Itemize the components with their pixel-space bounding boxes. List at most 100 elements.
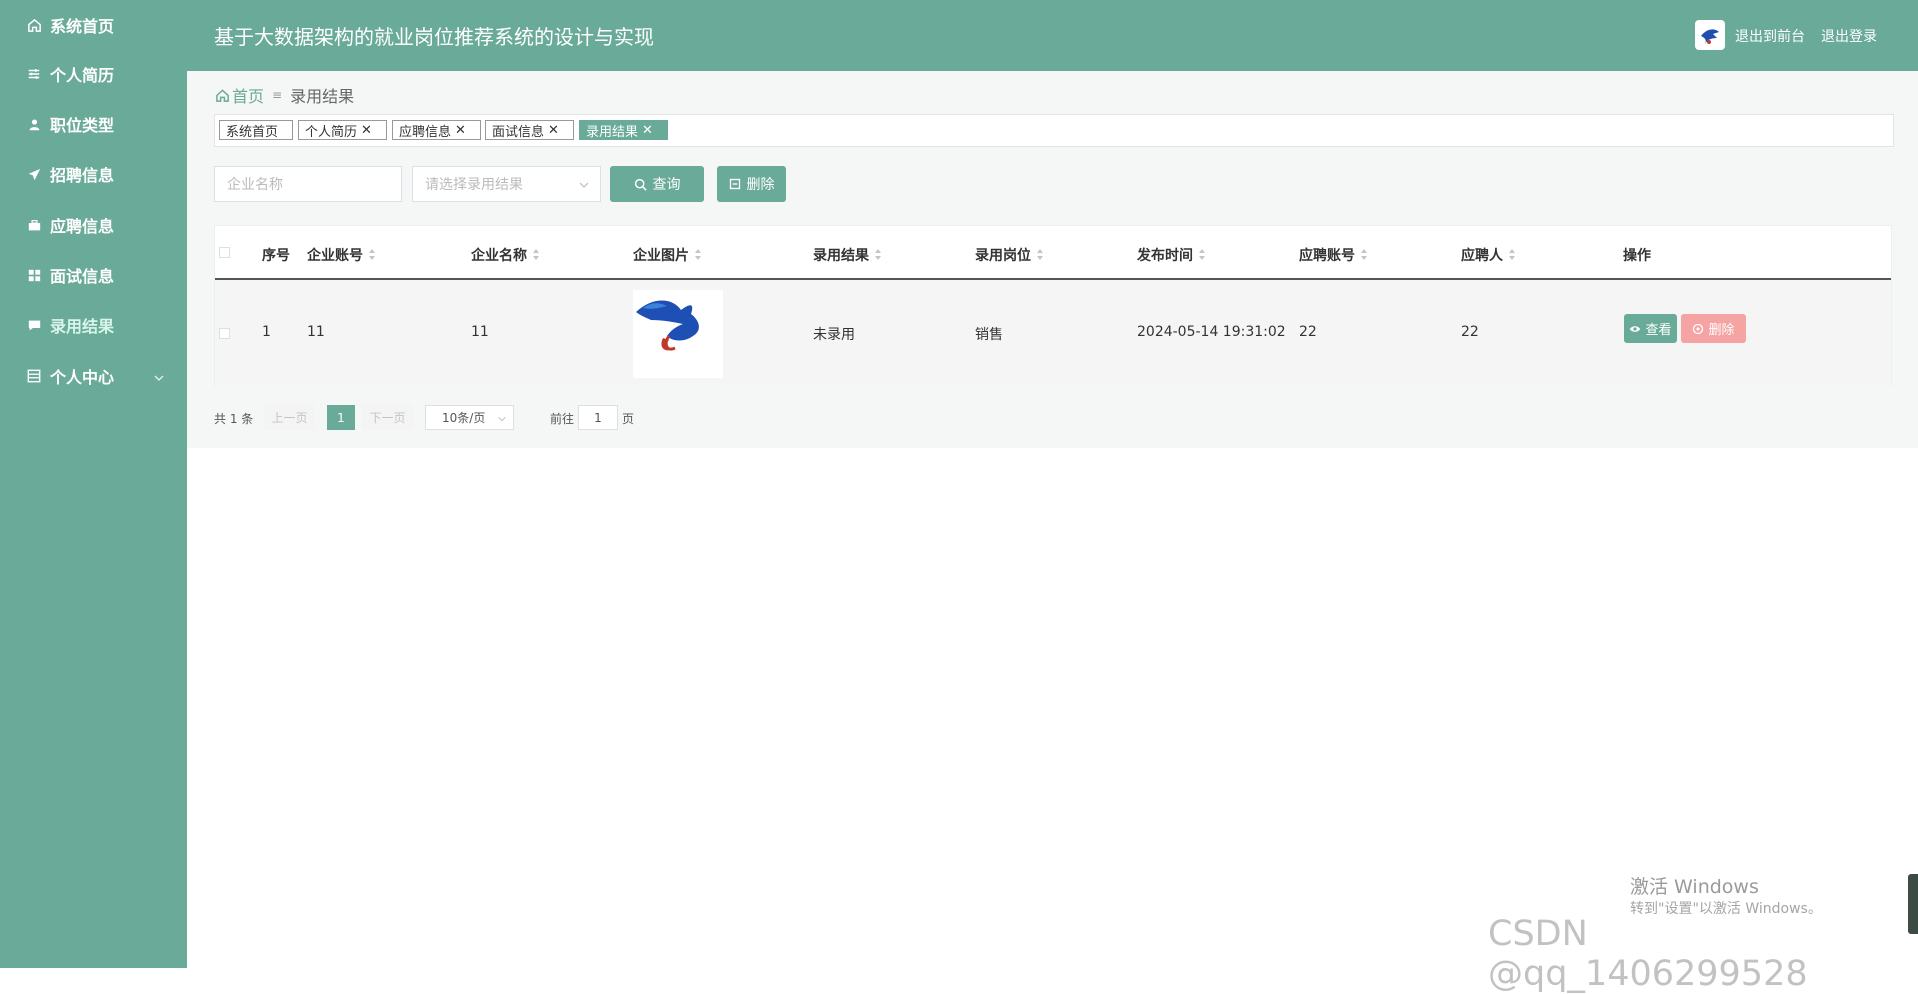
- tags-view: 系统首页 个人简历 ✕ 应聘信息 ✕ 面试信息 ✕ 录用结果 ✕: [214, 114, 1894, 147]
- breadcrumb-home[interactable]: 首页: [215, 83, 264, 107]
- company-image: [633, 290, 723, 378]
- sidebar-item-label: 系统首页: [50, 17, 115, 36]
- exit-to-frontend-link[interactable]: 退出到前台: [1735, 26, 1805, 46]
- goto-page-input[interactable]: 1: [578, 405, 618, 430]
- close-icon[interactable]: ✕: [455, 123, 466, 138]
- breadcrumb-separator: ≡: [272, 88, 283, 102]
- sort-icon[interactable]: [1509, 249, 1515, 261]
- close-icon[interactable]: ✕: [548, 123, 559, 138]
- sidebar-item-label: 应聘信息: [50, 217, 115, 236]
- edge-widget: [1908, 874, 1918, 934]
- close-icon[interactable]: ✕: [361, 123, 372, 138]
- close-circle-icon: [1692, 323, 1704, 335]
- cell-publish-time: 2024-05-14 19:31:02: [1137, 324, 1286, 340]
- top-header: 基于大数据架构的就业岗位推荐系统的设计与实现 退出到前台 退出登录: [187, 0, 1918, 71]
- sidebar-item-personal-center[interactable]: 个人中心: [0, 351, 187, 401]
- sort-icon[interactable]: [695, 249, 701, 261]
- sidebar: 系统首页 个人简历 职位类型 招聘信息 应聘信息 面试信息 录用结果 个人中心: [0, 0, 187, 968]
- page-title: 基于大数据架构的就业岗位推荐系统的设计与实现: [214, 25, 654, 49]
- query-button[interactable]: 查询: [610, 166, 704, 202]
- sidebar-item-hiring-result[interactable]: 录用结果: [0, 300, 187, 350]
- chevron-down-icon: [497, 413, 507, 427]
- view-button[interactable]: 查看: [1624, 314, 1677, 343]
- sidebar-item-application[interactable]: 应聘信息: [0, 200, 187, 250]
- batch-delete-button[interactable]: 删除: [717, 166, 786, 202]
- table-header: 序号 企业账号 企业名称 企业图片 录用结果 录用岗位 发布时间 应聘账号 应聘…: [215, 226, 1891, 280]
- view-button-label: 查看: [1645, 323, 1672, 338]
- sidebar-item-home[interactable]: 系统首页: [0, 0, 187, 50]
- next-page-button[interactable]: 下一页: [362, 405, 413, 430]
- sliders-icon: [26, 66, 42, 82]
- chevron-down-icon: [578, 179, 590, 195]
- message-icon: [26, 317, 42, 333]
- cell-applicant-account: 22: [1299, 324, 1317, 340]
- sort-icon[interactable]: [369, 249, 375, 261]
- hiring-result-select[interactable]: 请选择录用结果: [412, 166, 601, 202]
- page-size-select[interactable]: 10条/页: [425, 405, 514, 430]
- hiring-result-placeholder: 请选择录用结果: [425, 177, 523, 193]
- tag-interview[interactable]: 面试信息 ✕: [485, 120, 574, 140]
- sort-icon[interactable]: [1037, 249, 1043, 261]
- select-all-checkbox[interactable]: [219, 247, 230, 258]
- prev-page-button[interactable]: 上一页: [264, 405, 315, 430]
- page-number-button[interactable]: 1: [327, 405, 355, 430]
- sidebar-item-label: 职位类型: [50, 116, 115, 135]
- tag-label: 系统首页: [226, 124, 279, 140]
- goto-label: 前往: [550, 411, 575, 426]
- page-unit-label: 页: [622, 411, 635, 426]
- cell-result: 未录用: [813, 327, 855, 343]
- row-checkbox[interactable]: [219, 328, 230, 339]
- cell-company-account: 11: [307, 324, 325, 340]
- sidebar-item-label: 录用结果: [50, 317, 115, 336]
- column-header-applicant-account[interactable]: 应聘账号: [1299, 245, 1367, 265]
- csdn-watermark: CSDN @qq_1406299528: [1488, 914, 1808, 994]
- delete-button-label: 删除: [746, 177, 775, 193]
- column-header-applicant[interactable]: 应聘人: [1461, 245, 1515, 265]
- column-header-result[interactable]: 录用结果: [813, 245, 881, 265]
- company-name-placeholder: 企业名称: [227, 177, 283, 193]
- send-icon: [26, 166, 42, 182]
- column-header-company-account[interactable]: 企业账号: [307, 245, 375, 265]
- sort-icon[interactable]: [533, 249, 539, 261]
- search-icon: [634, 178, 647, 191]
- sidebar-item-resume[interactable]: 个人简历: [0, 49, 187, 99]
- column-header-company-name[interactable]: 企业名称: [471, 245, 539, 265]
- row-delete-button[interactable]: 删除: [1681, 314, 1746, 343]
- column-header-company-image[interactable]: 企业图片: [633, 245, 701, 265]
- tag-application[interactable]: 应聘信息 ✕: [392, 120, 481, 140]
- sidebar-item-label: 招聘信息: [50, 166, 115, 185]
- breadcrumb: 首页 ≡ 录用结果: [215, 83, 354, 107]
- activate-windows-title: 激活 Windows: [1630, 876, 1759, 898]
- column-header-position[interactable]: 录用岗位: [975, 245, 1043, 265]
- table-row: 1 11 11 未录用 销售 2024-05-14 19:31:02 22 22…: [215, 280, 1891, 386]
- sidebar-item-recruitment[interactable]: 招聘信息: [0, 149, 187, 199]
- company-name-input[interactable]: 企业名称: [214, 166, 402, 202]
- sort-icon[interactable]: [875, 249, 881, 261]
- sort-icon[interactable]: [1361, 249, 1367, 261]
- sidebar-item-interview[interactable]: 面试信息: [0, 250, 187, 300]
- tag-hiring-result[interactable]: 录用结果 ✕: [579, 120, 668, 140]
- sidebar-item-label: 个人简历: [50, 66, 115, 85]
- cell-applicant: 22: [1461, 324, 1479, 340]
- cell-company-name: 11: [471, 324, 489, 340]
- tag-label: 个人简历: [305, 124, 358, 140]
- pagination-total: 共 1 条: [214, 411, 254, 426]
- column-header-index: 序号: [262, 248, 290, 264]
- user-icon: [26, 116, 42, 132]
- column-header-actions: 操作: [1623, 248, 1651, 264]
- column-header-publish-time[interactable]: 发布时间: [1137, 245, 1205, 265]
- sidebar-item-job-type[interactable]: 职位类型: [0, 99, 187, 149]
- close-icon[interactable]: ✕: [642, 123, 653, 138]
- cell-position: 销售: [975, 327, 1003, 343]
- home-icon: [215, 88, 230, 103]
- logout-link[interactable]: 退出登录: [1821, 26, 1877, 46]
- page-size-value: 10条/页: [442, 411, 486, 425]
- row-delete-button-label: 删除: [1708, 323, 1735, 338]
- delete-icon: [729, 178, 741, 190]
- tag-resume[interactable]: 个人简历 ✕: [298, 120, 387, 140]
- tag-label: 应聘信息: [399, 124, 452, 140]
- tag-home[interactable]: 系统首页: [219, 120, 293, 140]
- sort-icon[interactable]: [1199, 249, 1205, 261]
- tag-label: 录用结果: [586, 124, 639, 140]
- grid-icon: [26, 267, 42, 283]
